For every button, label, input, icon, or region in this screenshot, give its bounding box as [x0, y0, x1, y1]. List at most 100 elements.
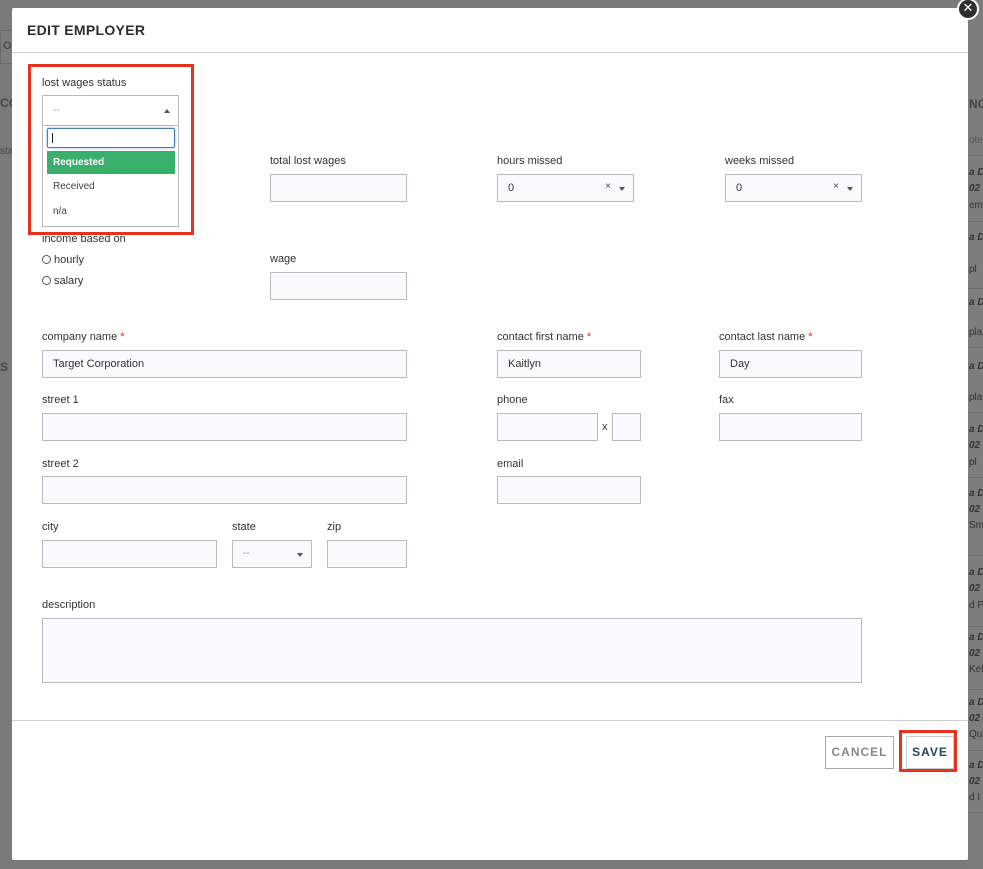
divider: [968, 689, 983, 690]
radio-hourly-label[interactable]: hourly: [54, 254, 84, 266]
background-note: a D: [969, 361, 983, 372]
phone-label: phone: [497, 394, 528, 406]
street1-input[interactable]: [42, 413, 407, 441]
background-note: 02: [969, 776, 981, 787]
background-note: a D: [969, 632, 983, 643]
background-note: a D: [969, 567, 983, 578]
divider: [968, 812, 983, 813]
background-note: pla: [969, 327, 983, 338]
email-input[interactable]: [497, 476, 641, 504]
description-textarea[interactable]: [42, 618, 862, 683]
background-notes-heading: NOT: [969, 97, 983, 111]
modal-title: EDIT EMPLOYER: [27, 22, 146, 38]
background-note: a D: [969, 697, 983, 708]
hours-missed-value: 0: [508, 182, 515, 194]
background-note: pl: [969, 457, 977, 468]
state-select[interactable]: --: [232, 540, 312, 568]
background-note: Kell: [969, 664, 983, 675]
background-note: d I: [969, 792, 981, 803]
divider: [968, 477, 983, 478]
chevron-down-icon: [619, 187, 625, 191]
total-lost-wages-input[interactable]: [270, 174, 407, 202]
background-note: 02: [969, 583, 981, 594]
background-note: 02: [969, 183, 981, 194]
fax-label: fax: [719, 394, 734, 406]
background-note: 02: [969, 440, 981, 451]
wage-input[interactable]: [270, 272, 407, 300]
background-note: d Pl: [969, 600, 983, 611]
background-note: 02: [969, 713, 981, 724]
highlight-box: [28, 64, 194, 235]
edit-employer-modal: EDIT EMPLOYER lost wages status -- Reque…: [12, 8, 968, 860]
phone-ext-input[interactable]: [612, 413, 641, 441]
income-based-on-label: income based on: [42, 233, 126, 245]
chevron-down-icon: [297, 553, 303, 557]
hours-missed-select[interactable]: 0 ×: [497, 174, 634, 202]
background-note: emp: [969, 200, 983, 211]
divider: [968, 288, 983, 289]
contact-first-name-label: contact first name *: [497, 331, 591, 343]
city-input[interactable]: [42, 540, 217, 568]
hours-missed-label: hours missed: [497, 155, 563, 167]
company-name-label: company name *: [42, 331, 125, 343]
email-label: email: [497, 458, 524, 470]
background-note: a D: [969, 760, 983, 771]
radio-salary[interactable]: [42, 276, 51, 285]
divider: [968, 555, 983, 556]
divider: [968, 750, 983, 751]
background-note: a D: [969, 488, 983, 499]
clear-icon[interactable]: ×: [605, 181, 611, 192]
fax-input[interactable]: [719, 413, 862, 441]
highlight-box: [899, 730, 957, 772]
background-note: a D: [969, 297, 983, 308]
background-note: 02: [969, 648, 981, 659]
street2-input[interactable]: [42, 476, 407, 504]
chevron-down-icon: [847, 187, 853, 191]
divider: [968, 221, 983, 222]
wage-label: wage: [270, 253, 297, 265]
divider: [968, 155, 983, 156]
cancel-button[interactable]: CANCEL: [825, 736, 894, 769]
modal-header: EDIT EMPLOYER: [12, 8, 968, 53]
background-note: a D: [969, 167, 983, 178]
company-name-input[interactable]: Target Corporation: [42, 350, 407, 378]
zip-label: zip: [327, 521, 342, 533]
divider: [968, 412, 983, 413]
background-text: sta: [0, 146, 12, 157]
background-heading: CO: [0, 96, 12, 110]
background-note: a D: [969, 232, 983, 243]
required-marker: *: [120, 331, 125, 343]
contact-first-name-input[interactable]: Kaitlyn: [497, 350, 641, 378]
clear-icon[interactable]: ×: [833, 181, 839, 192]
weeks-missed-label: weeks missed: [725, 155, 795, 167]
divider: [968, 347, 983, 348]
description-label: description: [42, 599, 96, 611]
background-text: S: [0, 360, 9, 374]
phone-input[interactable]: [497, 413, 598, 441]
required-marker: *: [586, 331, 592, 343]
contact-last-name-input[interactable]: Day: [719, 350, 862, 378]
city-label: city: [42, 521, 59, 533]
total-lost-wages-label: total lost wages: [270, 155, 346, 167]
contact-last-name-label: contact last name *: [719, 331, 813, 343]
weeks-missed-select[interactable]: 0 ×: [725, 174, 862, 202]
background-note: Smi: [969, 520, 983, 531]
background-note: a D: [969, 424, 983, 435]
background-note: 02: [969, 504, 981, 515]
background-note: pla: [969, 392, 983, 403]
radio-hourly[interactable]: [42, 255, 51, 264]
weeks-missed-value: 0: [736, 182, 743, 194]
footer-divider: [12, 720, 968, 721]
contact-last-name-label-text: contact last name: [719, 331, 806, 343]
phone-ext-separator: x: [602, 421, 608, 433]
company-name-label-text: company name: [42, 331, 118, 343]
radio-salary-label[interactable]: salary: [54, 275, 83, 287]
background-note: pl: [969, 264, 977, 275]
background-note: Qui: [969, 729, 983, 740]
contact-first-name-label-text: contact first name: [497, 331, 584, 343]
zip-input[interactable]: [327, 540, 407, 568]
state-label: state: [232, 521, 256, 533]
street1-label: street 1: [42, 394, 79, 406]
state-value: --: [243, 548, 250, 559]
divider: [968, 626, 983, 627]
